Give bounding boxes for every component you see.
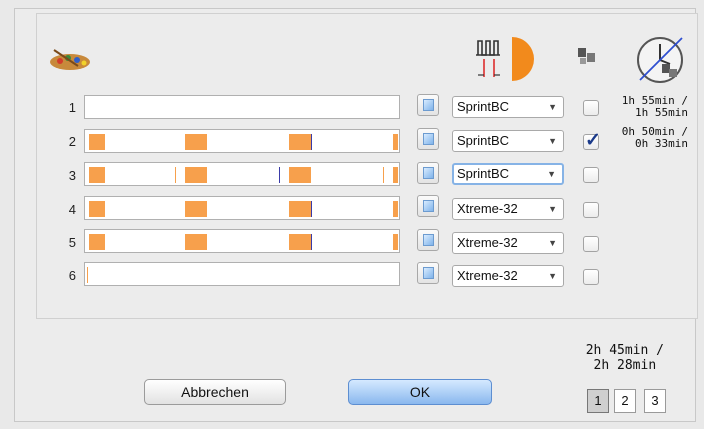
row-1-number: 1 bbox=[68, 100, 76, 115]
row-1-time: 1h 55min / 1h 55min bbox=[622, 95, 688, 119]
timeline-block bbox=[89, 134, 105, 150]
timeline-marker bbox=[311, 234, 312, 250]
row-3-timeline bbox=[84, 162, 400, 186]
row-2-preview-button[interactable] bbox=[417, 128, 439, 150]
row-2-checkbox[interactable]: ✓ bbox=[583, 130, 601, 151]
timeline-block bbox=[185, 134, 207, 150]
row-4-number: 4 bbox=[68, 202, 76, 217]
row-1-time-line2: 1h 55min bbox=[635, 106, 688, 119]
row-4-checkbox[interactable] bbox=[583, 202, 599, 218]
timeline-block bbox=[393, 134, 398, 150]
row-2-preset-select[interactable]: SprintBC ▼ bbox=[452, 130, 564, 152]
preview-sheet-icon bbox=[423, 267, 434, 279]
chevron-down-icon: ▼ bbox=[548, 136, 557, 146]
row-3-number: 3 bbox=[68, 168, 76, 183]
timeline-block bbox=[89, 234, 105, 250]
timeline-block bbox=[185, 167, 207, 183]
row-6-timeline bbox=[84, 262, 400, 286]
row-5-preview-button[interactable] bbox=[417, 229, 439, 251]
row-3-preset-select[interactable]: SprintBC ▼ bbox=[452, 163, 564, 185]
row-6-number: 6 bbox=[68, 268, 76, 283]
timeline-marker bbox=[175, 167, 176, 183]
total-time: 2h 45min / 2h 28min bbox=[586, 343, 664, 373]
row-6-preset-select[interactable]: Xtreme-32 ▼ bbox=[452, 265, 564, 287]
chevron-down-icon: ▼ bbox=[548, 238, 557, 248]
preview-sheet-icon bbox=[423, 167, 434, 179]
chevron-down-icon: ▼ bbox=[548, 204, 557, 214]
timeline-block bbox=[89, 201, 105, 217]
chevron-down-icon: ▼ bbox=[547, 169, 556, 179]
timeline-block bbox=[185, 201, 207, 217]
timeline-marker bbox=[87, 267, 88, 283]
timeline-block bbox=[89, 167, 105, 183]
timeline-marker bbox=[383, 167, 384, 183]
preview-sheet-icon bbox=[423, 234, 434, 246]
chevron-down-icon: ▼ bbox=[548, 271, 557, 281]
page-2-button[interactable]: 2 bbox=[614, 389, 636, 413]
total-time-line1: 2h 45min / bbox=[585, 343, 664, 358]
chevron-down-icon: ▼ bbox=[548, 102, 557, 112]
clock-disabled-icon bbox=[637, 37, 683, 83]
row-3-checkbox[interactable] bbox=[583, 167, 599, 183]
preview-sheet-icon bbox=[423, 200, 434, 212]
ok-button[interactable]: OK bbox=[348, 379, 492, 405]
row-6-preview-button[interactable] bbox=[417, 262, 439, 284]
palette-icon bbox=[50, 49, 90, 70]
timeline-block bbox=[289, 134, 311, 150]
timeline-marker bbox=[311, 134, 312, 150]
checkmark-icon: ✓ bbox=[585, 130, 601, 151]
row-6-preset-value: Xtreme-32 bbox=[457, 268, 518, 283]
row-3-preview-button[interactable] bbox=[417, 162, 439, 184]
row-2-time: 0h 50min / 0h 33min bbox=[622, 126, 688, 150]
row-1-checkbox[interactable] bbox=[583, 100, 599, 116]
filter-lens-icon bbox=[476, 37, 534, 81]
row-4-preset-select[interactable]: Xtreme-32 ▼ bbox=[452, 198, 564, 220]
row-4-timeline bbox=[84, 196, 400, 220]
page-1-button[interactable]: 1 bbox=[587, 389, 609, 413]
printer-icon bbox=[578, 48, 595, 64]
row-6-checkbox[interactable] bbox=[583, 269, 599, 285]
row-1-timeline bbox=[84, 95, 400, 119]
preview-sheet-icon bbox=[423, 99, 434, 111]
timeline-block bbox=[393, 201, 398, 217]
timeline-block bbox=[393, 167, 398, 183]
row-1-preset-select[interactable]: SprintBC ▼ bbox=[452, 96, 564, 118]
row-2-number: 2 bbox=[68, 134, 76, 149]
timeline-block bbox=[393, 234, 398, 250]
row-5-timeline bbox=[84, 229, 400, 253]
timeline-block bbox=[289, 167, 311, 183]
cancel-button[interactable]: Abbrechen bbox=[144, 379, 286, 405]
page-3-button[interactable]: 3 bbox=[644, 389, 666, 413]
row-2-preset-value: SprintBC bbox=[457, 133, 510, 148]
total-time-line2: 2h 28min bbox=[593, 358, 657, 373]
row-1-preview-button[interactable] bbox=[417, 94, 439, 116]
row-2-time-line2: 0h 33min bbox=[635, 137, 688, 150]
timeline-block bbox=[185, 234, 207, 250]
timeline-block bbox=[289, 201, 311, 217]
timeline-marker bbox=[279, 167, 280, 183]
row-5-preset-value: Xtreme-32 bbox=[457, 235, 518, 250]
timeline-marker bbox=[311, 201, 312, 217]
row-5-preset-select[interactable]: Xtreme-32 ▼ bbox=[452, 232, 564, 254]
row-3-preset-value: SprintBC bbox=[457, 166, 510, 181]
timeline-block bbox=[289, 234, 311, 250]
row-4-preset-value: Xtreme-32 bbox=[457, 201, 518, 216]
row-1-preset-value: SprintBC bbox=[457, 99, 510, 114]
row-2-timeline bbox=[84, 129, 400, 153]
row-5-number: 5 bbox=[68, 235, 76, 250]
row-5-checkbox[interactable] bbox=[583, 236, 599, 252]
preview-sheet-icon bbox=[423, 133, 434, 145]
row-4-preview-button[interactable] bbox=[417, 195, 439, 217]
